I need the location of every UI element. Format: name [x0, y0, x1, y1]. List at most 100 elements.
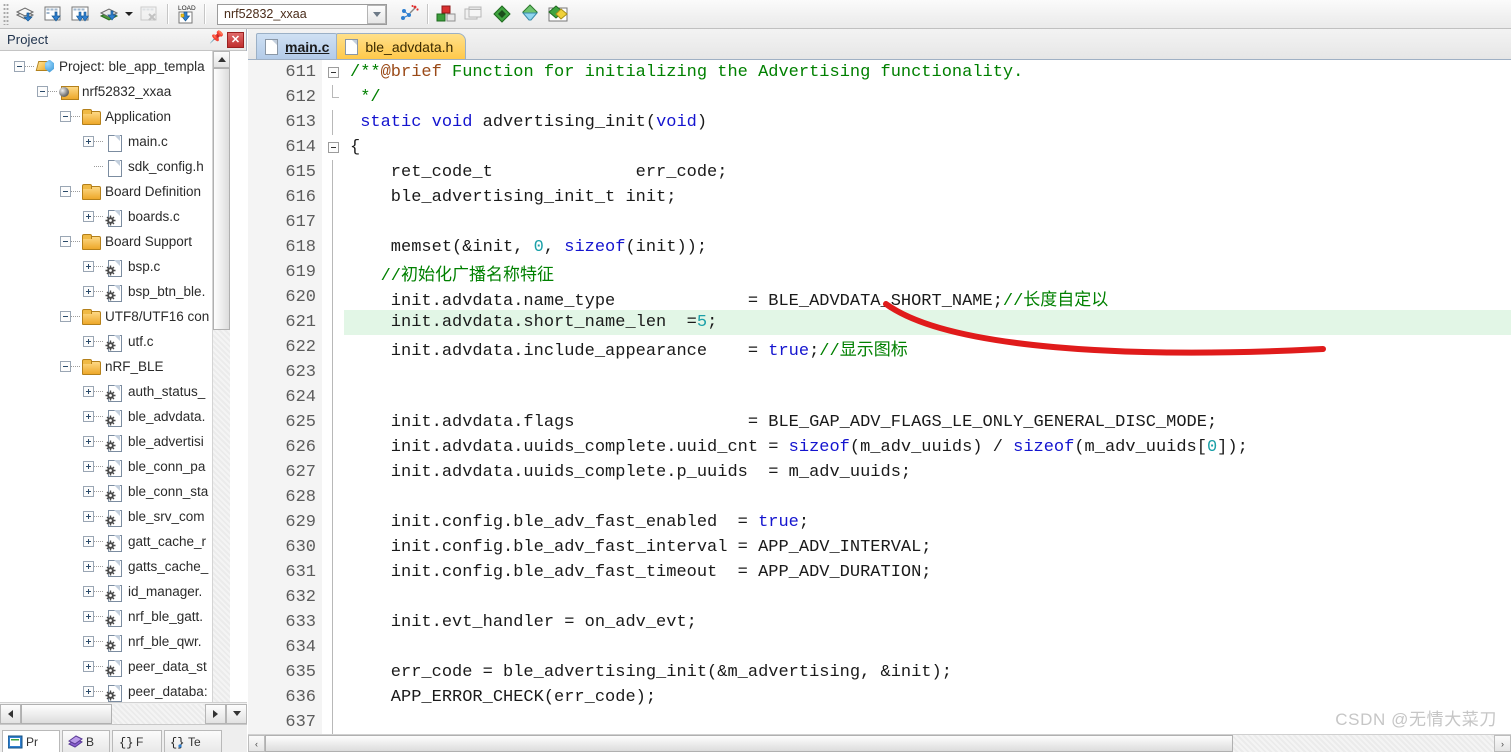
close-icon[interactable]: ✕ — [227, 31, 244, 48]
chevron-down-icon[interactable] — [367, 4, 386, 24]
collapse-icon[interactable] — [60, 111, 71, 122]
filter-icon[interactable] — [516, 2, 544, 27]
code-editor[interactable]: 611 /**@brief Function for initializing t… — [248, 60, 1511, 734]
code-line[interactable]: 631 init.config.ble_adv_fast_timeout = A… — [248, 560, 1511, 585]
tree-item[interactable]: bsp.c — [0, 254, 160, 279]
expand-icon[interactable] — [83, 611, 94, 622]
download-icon[interactable]: LOAD — [172, 2, 200, 27]
tree-item[interactable]: nRF_BLE — [0, 354, 164, 379]
expand-icon[interactable] — [83, 636, 94, 647]
chevron-left-icon[interactable]: ‹ — [248, 735, 265, 752]
expand-icon[interactable] — [83, 461, 94, 472]
project-tree-vscrollbar[interactable] — [212, 51, 230, 724]
code-line[interactable]: 625 init.advdata.flags = BLE_GAP_ADV_FLA… — [248, 410, 1511, 435]
tree-item[interactable]: id_manager. — [0, 579, 202, 604]
tree-item[interactable]: gatts_cache_ — [0, 554, 208, 579]
tree-item[interactable]: bsp_btn_ble. — [0, 279, 205, 304]
expand-icon[interactable] — [83, 336, 94, 347]
tree-item[interactable]: utf.c — [0, 329, 154, 354]
fold-marker[interactable] — [322, 60, 344, 85]
expand-icon[interactable] — [83, 536, 94, 547]
expand-icon[interactable] — [83, 286, 94, 297]
toolbar-grip[interactable] — [3, 3, 9, 25]
tree-item[interactable]: nrf_ble_qwr. — [0, 629, 202, 654]
editor-hscroll-thumb[interactable] — [265, 735, 1233, 752]
expand-icon[interactable] — [83, 561, 94, 572]
target-select[interactable]: nrf52832_xxaa — [217, 3, 387, 25]
expand-icon[interactable] — [83, 486, 94, 497]
expand-icon[interactable] — [83, 261, 94, 272]
build-icon[interactable] — [39, 2, 67, 27]
pack-installer-icon[interactable] — [544, 2, 572, 27]
expand-icon[interactable] — [83, 211, 94, 222]
tree-item[interactable]: UTF8/UTF16 con — [0, 304, 209, 329]
code-line[interactable]: 635 err_code = ble_advertising_init(&m_a… — [248, 660, 1511, 685]
tree-item[interactable]: boards.c — [0, 204, 180, 229]
tree-item[interactable]: peer_data_st — [0, 654, 207, 679]
expand-icon[interactable] — [83, 411, 94, 422]
code-line[interactable]: 619 //初始化广播名称特征 — [248, 260, 1511, 286]
code-line[interactable]: 632 — [248, 585, 1511, 610]
code-line[interactable]: 628 — [248, 485, 1511, 510]
scroll-left-button[interactable] — [0, 703, 21, 724]
expand-icon[interactable] — [83, 436, 94, 447]
configure-target-icon[interactable] — [395, 2, 423, 27]
code-line[interactable]: 613 static void advertising_init(void) — [248, 110, 1511, 135]
project-tree-hscrollbar[interactable] — [0, 702, 247, 724]
pane-tab-b[interactable]: B — [62, 730, 110, 752]
vscroll-track[interactable] — [213, 330, 230, 724]
green-diamond-icon[interactable] — [488, 2, 516, 27]
editor-hscroll-track[interactable] — [1233, 735, 1494, 752]
hscroll-thumb[interactable] — [21, 703, 112, 724]
code-line[interactable]: 617 — [248, 210, 1511, 235]
expand-icon[interactable] — [83, 136, 94, 147]
expand-icon[interactable] — [83, 661, 94, 672]
tree-item[interactable]: main.c — [0, 129, 168, 154]
code-line[interactable]: 618 memset(&init, 0, sizeof(init)); — [248, 235, 1511, 260]
code-line[interactable]: 620 init.advdata.name_type = BLE_ADVDATA… — [248, 285, 1511, 311]
tree-item[interactable]: ble_conn_pa — [0, 454, 205, 479]
rebuild-icon[interactable] — [67, 2, 95, 27]
code-line[interactable]: 611 /**@brief Function for initializing t… — [248, 60, 1511, 85]
windows-icon[interactable] — [460, 2, 488, 27]
code-line[interactable]: 622 init.advdata.include_appearance = tr… — [248, 335, 1511, 361]
code-line[interactable]: 633 init.evt_handler = on_adv_evt; — [248, 610, 1511, 635]
tab-ble-advdata-h[interactable]: ble_advdata.h — [336, 33, 467, 59]
vscroll-thumb[interactable] — [213, 68, 230, 330]
scroll-up-button[interactable] — [213, 51, 230, 68]
collapse-icon[interactable] — [37, 86, 48, 97]
tree-item[interactable]: ble_srv_com — [0, 504, 205, 529]
code-line[interactable]: 634 — [248, 635, 1511, 660]
scroll-down-button[interactable] — [226, 703, 247, 724]
batch-build-dropdown-icon[interactable] — [123, 2, 135, 27]
collapse-icon[interactable] — [14, 61, 25, 72]
pane-tab-pr[interactable]: Pr — [2, 730, 60, 752]
tree-item[interactable]: Board Definition — [0, 179, 201, 204]
tree-item[interactable]: ble_advertisi — [0, 429, 204, 454]
tree-item[interactable]: ble_conn_sta — [0, 479, 208, 504]
batch-build-icon[interactable] — [95, 2, 123, 27]
fold-marker[interactable] — [322, 135, 344, 160]
manage-components-icon[interactable] — [432, 2, 460, 27]
expand-icon[interactable] — [83, 511, 94, 522]
tree-item[interactable]: sdk_config.h — [0, 154, 204, 179]
code-line[interactable]: 626 init.advdata.uuids_complete.uuid_cnt… — [248, 435, 1511, 460]
fold-collapse-icon[interactable] — [327, 142, 339, 153]
hscroll-track[interactable] — [112, 703, 205, 724]
tree-item[interactable]: nrf_ble_gatt. — [0, 604, 203, 629]
code-line[interactable]: 612 */ — [248, 85, 1511, 110]
stop-build-icon[interactable] — [135, 2, 163, 27]
code-line[interactable]: 627 init.advdata.uuids_complete.p_uuids … — [248, 460, 1511, 485]
code-line[interactable]: 630 init.config.ble_adv_fast_interval = … — [248, 535, 1511, 560]
code-line[interactable]: 636 APP_ERROR_CHECK(err_code); — [248, 685, 1511, 710]
collapse-icon[interactable] — [60, 186, 71, 197]
collapse-icon[interactable] — [60, 236, 71, 247]
code-line[interactable]: 623 — [248, 360, 1511, 385]
editor-hscrollbar[interactable]: ‹ › — [248, 734, 1511, 752]
translate-icon[interactable] — [11, 2, 39, 27]
tab-main-c[interactable]: main.c — [256, 33, 343, 59]
code-line[interactable]: 621 init.advdata.short_name_len =5; — [248, 310, 1511, 335]
tree-item[interactable]: nrf52832_xxaa — [0, 79, 171, 104]
tree-item[interactable]: auth_status_ — [0, 379, 205, 404]
tree-item[interactable]: peer_databa: — [0, 679, 208, 704]
